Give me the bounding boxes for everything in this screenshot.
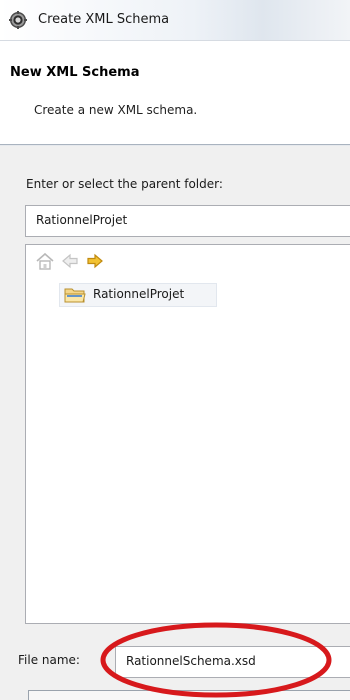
folder-tree[interactable]: RationnelProjet bbox=[25, 244, 350, 624]
forward-arrow-icon[interactable] bbox=[85, 251, 105, 271]
folder-icon bbox=[64, 288, 86, 303]
tree-item-label: RationnelProjet bbox=[93, 287, 185, 301]
title-bar[interactable]: Create XML Schema bbox=[0, 0, 350, 41]
tree-item-rationnelprojet[interactable]: RationnelProjet bbox=[59, 283, 217, 307]
page-title: New XML Schema bbox=[10, 65, 140, 80]
create-xml-schema-dialog: Create XML Schema New XML Schema Create … bbox=[0, 0, 350, 700]
banner-divider bbox=[0, 145, 350, 146]
page-description: Create a new XML schema. bbox=[34, 103, 198, 117]
back-arrow-icon[interactable] bbox=[60, 251, 80, 271]
file-name-input[interactable]: RationnelSchema.xsd bbox=[115, 646, 350, 678]
gear-icon bbox=[9, 11, 27, 29]
wizard-banner: New XML Schema Create a new XML schema. bbox=[0, 41, 350, 145]
parent-folder-label: Enter or select the parent folder: bbox=[26, 177, 223, 191]
advanced-button[interactable] bbox=[28, 690, 350, 700]
window-title: Create XML Schema bbox=[38, 12, 170, 27]
home-icon[interactable] bbox=[35, 251, 55, 271]
file-name-label: File name: bbox=[18, 653, 80, 667]
parent-folder-input[interactable]: RationnelProjet bbox=[25, 205, 350, 237]
